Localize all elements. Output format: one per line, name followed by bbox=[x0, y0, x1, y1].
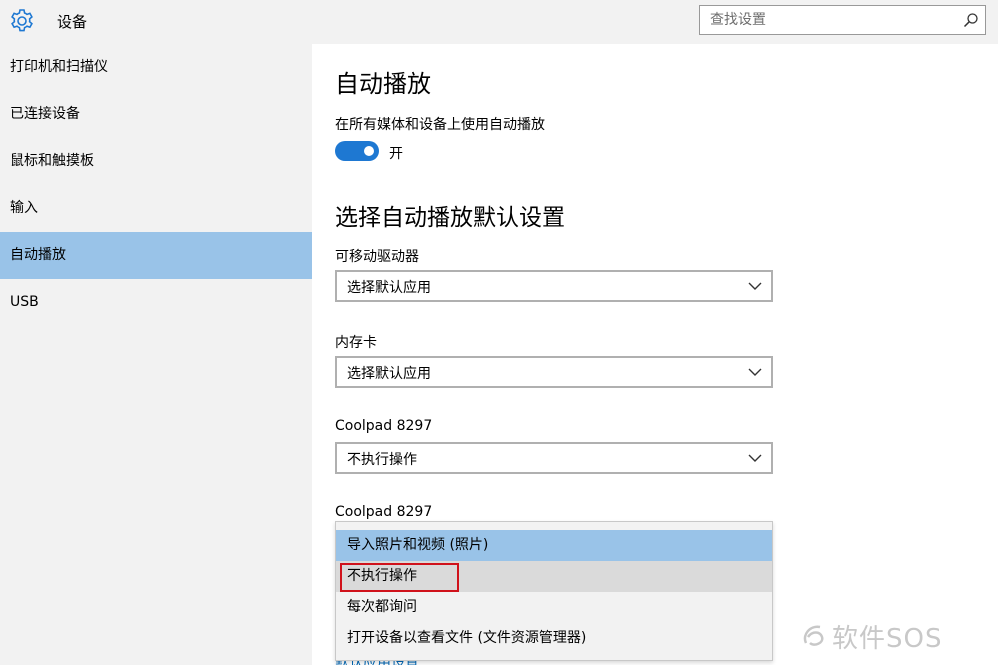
sidebar-item-autoplay[interactable]: 自动播放 bbox=[0, 232, 312, 279]
removable-drive-select[interactable]: 选择默认应用 bbox=[335, 270, 773, 302]
select-value: 选择默认应用 bbox=[347, 366, 431, 382]
sidebar-item-usb[interactable]: USB bbox=[0, 279, 312, 326]
sidebar: 打印机和扫描仪 已连接设备 鼠标和触摸板 输入 自动播放 USB bbox=[0, 44, 312, 665]
sidebar-item-typing[interactable]: 输入 bbox=[0, 185, 312, 232]
dropdown-option-import-photos[interactable]: 导入照片和视频 (照片) bbox=[336, 530, 772, 561]
dropdown-option-open-folder[interactable]: 打开设备以查看文件 (文件资源管理器) bbox=[336, 623, 772, 654]
sidebar-item-connected-devices[interactable]: 已连接设备 bbox=[0, 91, 312, 138]
section-title: 自动播放 bbox=[335, 70, 431, 98]
defaults-heading: 选择自动播放默认设置 bbox=[335, 205, 565, 231]
coolpad-device-label: Coolpad 8297 bbox=[335, 418, 433, 434]
memory-card-label: 内存卡 bbox=[335, 335, 377, 351]
watermark-text: 软件SOS bbox=[832, 624, 943, 654]
search-icon[interactable] bbox=[963, 12, 979, 28]
removable-drive-label: 可移动驱动器 bbox=[335, 249, 419, 265]
watermark-logo-icon bbox=[803, 625, 824, 646]
search-input[interactable] bbox=[700, 6, 956, 34]
gear-icon bbox=[11, 9, 33, 32]
memory-card-select[interactable]: 选择默认应用 bbox=[335, 356, 773, 388]
main-content: 自动播放 在所有媒体和设备上使用自动播放 开 选择自动播放默认设置 可移动驱动器… bbox=[312, 44, 998, 665]
watermark: 软件SOS bbox=[800, 615, 990, 655]
select-value: 选择默认应用 bbox=[347, 280, 431, 296]
coolpad-device-label-2: Coolpad 8297 bbox=[335, 504, 433, 520]
sidebar-item-mouse-touchpad[interactable]: 鼠标和触摸板 bbox=[0, 138, 312, 185]
coolpad-device-select[interactable]: 不执行操作 bbox=[335, 442, 773, 474]
chevron-down-icon bbox=[748, 282, 762, 290]
page-title: 设备 bbox=[57, 13, 88, 31]
autoplay-toggle[interactable] bbox=[335, 141, 379, 161]
annotation-highlight-box bbox=[340, 563, 459, 592]
title-bar: 设备 bbox=[0, 0, 998, 44]
autoplay-action-dropdown: 导入照片和视频 (照片) 不执行操作 每次都询问 打开设备以查看文件 (文件资源… bbox=[335, 521, 773, 661]
sidebar-item-printers[interactable]: 打印机和扫描仪 bbox=[0, 44, 312, 91]
search-box[interactable] bbox=[699, 5, 986, 35]
autoplay-toggle-description: 在所有媒体和设备上使用自动播放 bbox=[335, 117, 545, 133]
select-value: 不执行操作 bbox=[347, 452, 417, 468]
chevron-down-icon bbox=[748, 454, 762, 462]
toggle-knob bbox=[364, 146, 374, 156]
dropdown-option-ask-every-time[interactable]: 每次都询问 bbox=[336, 592, 772, 623]
chevron-down-icon bbox=[748, 368, 762, 376]
toggle-state-label: 开 bbox=[389, 146, 403, 162]
